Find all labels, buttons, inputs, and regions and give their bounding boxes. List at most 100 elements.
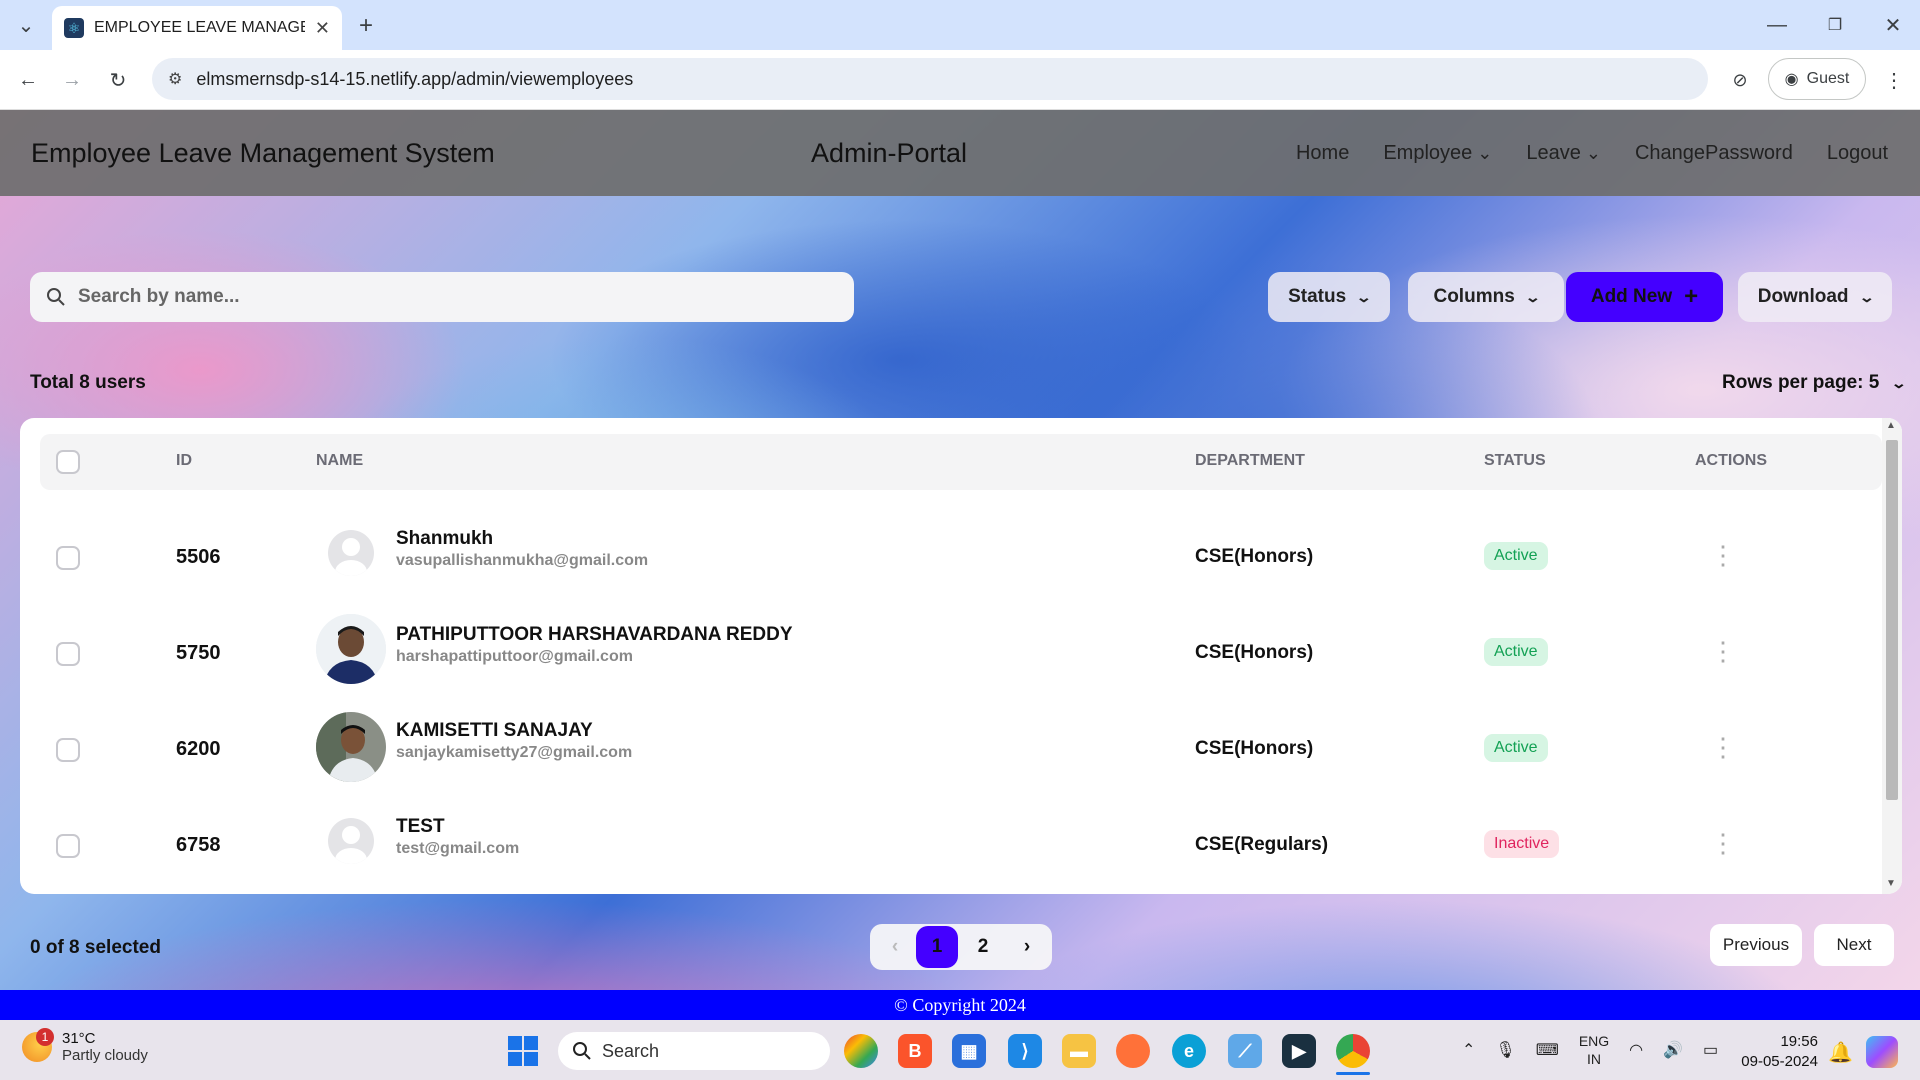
status-filter-label: Status	[1288, 286, 1347, 307]
header-name[interactable]: NAME	[316, 452, 363, 470]
columns-label: Columns	[1433, 286, 1515, 307]
employee-id: 5750	[176, 642, 221, 664]
status-filter-button[interactable]: Status ⌄	[1268, 272, 1390, 322]
more-actions-icon[interactable]: ⋮	[1710, 734, 1736, 760]
extension-icon[interactable]: ⊘	[1724, 64, 1756, 96]
search-icon	[47, 288, 65, 306]
forward-icon[interactable]: →	[56, 64, 88, 96]
add-new-button[interactable]: Add New +	[1566, 272, 1723, 322]
region-code: IN	[1586, 1051, 1601, 1067]
nav-change-password[interactable]: ChangePassword	[1635, 142, 1793, 165]
table-row[interactable]: 6758 TEST test@gmail.com CSE(Regulars) I…	[20, 798, 1882, 894]
profile-icon: ◉	[1784, 71, 1799, 88]
scroll-up-icon[interactable]: ▲	[1886, 420, 1896, 431]
wifi-icon[interactable]: ◠	[1629, 1040, 1643, 1060]
pagination: ‹ 1 2 ›	[870, 924, 1052, 970]
row-checkbox[interactable]	[56, 642, 80, 666]
file-explorer-app-icon[interactable]: ▬	[1062, 1034, 1096, 1068]
users-table: ID NAME DEPARTMENT STATUS ACTIONS 5506 S…	[20, 418, 1902, 894]
next-page-icon[interactable]: ›	[1006, 926, 1048, 968]
employee-department: CSE(Honors)	[1195, 546, 1314, 567]
header-status[interactable]: STATUS	[1484, 452, 1546, 470]
browser-menu-icon[interactable]: ⋮	[1880, 64, 1908, 96]
more-actions-icon[interactable]: ⋮	[1710, 830, 1736, 856]
row-checkbox[interactable]	[56, 546, 80, 570]
copilot-icon[interactable]	[1866, 1036, 1898, 1068]
close-tab-icon[interactable]: ✕	[315, 18, 330, 39]
page-2-button[interactable]: 2	[962, 926, 1004, 968]
table-row[interactable]: 6200 KAMISETTI SANAJAY sanjaykamisetty27…	[20, 702, 1882, 798]
notification-badge: 1	[36, 1028, 54, 1046]
notifications-icon[interactable]: 🔔	[1828, 1040, 1853, 1065]
scroll-down-icon[interactable]: ▼	[1886, 878, 1896, 889]
status-badge: Active	[1484, 638, 1548, 666]
chrome-profile-app-icon[interactable]	[844, 1034, 878, 1068]
rows-per-page-select[interactable]: Rows per page: 5 ⌄	[1722, 372, 1907, 394]
row-checkbox[interactable]	[56, 834, 80, 858]
search-icon	[573, 1042, 591, 1060]
minimize-icon[interactable]: —	[1762, 10, 1792, 40]
rows-per-page-label: Rows per page: 5	[1722, 372, 1880, 393]
table-row[interactable]: 5506 Shanmukh vasupallishanmukha@gmail.c…	[20, 510, 1882, 606]
columns-button[interactable]: Columns ⌄	[1408, 272, 1564, 322]
language-indicator[interactable]: ENG IN	[1579, 1032, 1609, 1068]
employee-id: 6200	[176, 738, 221, 760]
vscode-app-icon[interactable]: ⟩	[1008, 1034, 1042, 1068]
table-scrollbar-thumb[interactable]	[1886, 440, 1898, 800]
tab-search-icon[interactable]: ⌄	[12, 10, 40, 40]
prev-page-icon[interactable]: ‹	[874, 926, 916, 968]
show-hidden-icons-icon[interactable]: ⌃	[1462, 1040, 1475, 1060]
chrome-app-icon[interactable]	[1336, 1034, 1370, 1068]
address-bar[interactable]: ⚙ elmsmernsdp-s14-15.netlify.app/admin/v…	[152, 58, 1708, 100]
search-input[interactable]	[78, 286, 838, 308]
back-icon[interactable]: ←	[12, 64, 44, 96]
system-tray: ⌃ 🎙 ⌨ ENG IN ◠ 🔊 ▭	[1462, 1032, 1718, 1068]
employee-email: sanjaykamisetty27@gmail.com	[396, 744, 633, 761]
status-badge: Active	[1484, 542, 1548, 570]
employee-name: Shanmukh	[396, 528, 494, 549]
page-1-button[interactable]: 1	[916, 926, 958, 968]
nav-leave-dropdown[interactable]: Leave	[1526, 142, 1601, 165]
close-window-icon[interactable]: ✕	[1878, 10, 1908, 40]
header-id[interactable]: ID	[176, 452, 192, 470]
more-actions-icon[interactable]: ⋮	[1710, 638, 1736, 664]
microphone-icon[interactable]: 🎙	[1495, 1040, 1515, 1060]
status-badge: Active	[1484, 734, 1548, 762]
employee-id: 5506	[176, 546, 221, 568]
nav-links: Home Employee Leave ChangePassword Logou…	[1296, 110, 1888, 196]
employee-name: TEST	[396, 816, 445, 837]
clock[interactable]: 19:56 09-05-2024	[1736, 1032, 1818, 1072]
nav-logout[interactable]: Logout	[1827, 142, 1888, 165]
nav-employee-dropdown[interactable]: Employee	[1383, 142, 1492, 165]
header-department[interactable]: DEPARTMENT	[1195, 452, 1305, 470]
volume-icon[interactable]: 🔊	[1663, 1040, 1683, 1060]
profile-button[interactable]: ◉ Guest	[1768, 58, 1866, 100]
select-all-checkbox[interactable]	[56, 450, 80, 474]
store-app-icon[interactable]: ▦	[952, 1034, 986, 1068]
brave-app-icon[interactable]: B	[898, 1034, 932, 1068]
taskbar-search-label: Search	[602, 1040, 660, 1061]
next-button[interactable]: Next	[1814, 924, 1894, 966]
table-row[interactable]: 5750 PATHIPUTTOOR HARSHAVARDANA REDDY ha…	[20, 606, 1882, 702]
firefox-app-icon[interactable]	[1116, 1034, 1150, 1068]
edge-app-icon[interactable]: e	[1172, 1034, 1206, 1068]
weather-widget[interactable]: 1 31°C Partly cloudy	[22, 1028, 148, 1064]
previous-button[interactable]: Previous	[1710, 924, 1802, 966]
terminal-app-icon[interactable]: ▶	[1282, 1034, 1316, 1068]
chevron-down-icon: ⌄	[1355, 288, 1373, 305]
keyboard-icon[interactable]: ⌨	[1536, 1040, 1559, 1060]
restore-icon[interactable]: ❐	[1820, 10, 1850, 40]
nav-home[interactable]: Home	[1296, 142, 1349, 165]
download-button[interactable]: Download ⌄	[1738, 272, 1892, 322]
browser-tab[interactable]: ⚛ EMPLOYEE LEAVE MANAGEMEN ✕	[52, 6, 342, 50]
battery-icon[interactable]: ▭	[1703, 1040, 1718, 1060]
taskbar-search[interactable]: Search	[558, 1032, 830, 1070]
row-checkbox[interactable]	[56, 738, 80, 762]
more-actions-icon[interactable]: ⋮	[1710, 542, 1736, 568]
status-badge: Inactive	[1484, 830, 1560, 858]
site-info-icon[interactable]: ⚙	[168, 69, 182, 89]
new-tab-icon[interactable]: +	[352, 12, 380, 40]
flutter-app-icon[interactable]: ⟋	[1228, 1034, 1262, 1068]
windows-start-icon[interactable]	[508, 1036, 538, 1066]
reload-icon[interactable]: ↻	[102, 64, 134, 96]
